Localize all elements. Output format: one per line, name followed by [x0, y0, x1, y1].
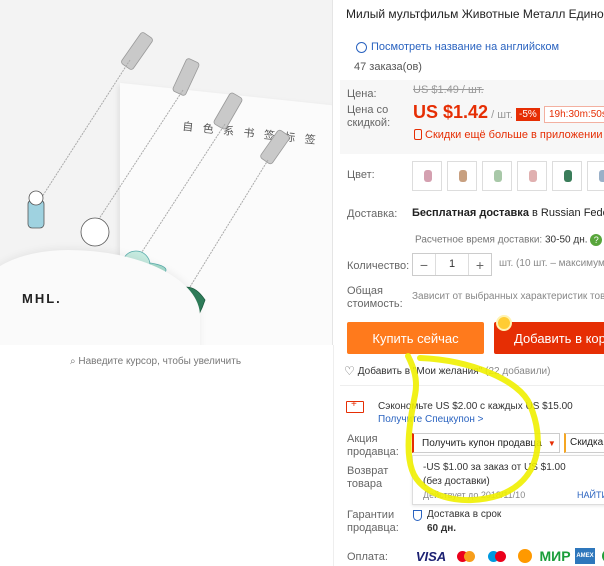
price-label: Цена: [347, 88, 377, 100]
guarantee-days: 60 дн. [427, 523, 457, 534]
coupon-validity: Действует до 2018/11/10 [423, 490, 526, 500]
seller-coupon-dropdown[interactable]: Получить купон продавца ▼ [412, 433, 560, 453]
section-divider [340, 385, 604, 386]
guarantee-label: Гарантии продавца: [347, 509, 399, 534]
buy-now-button[interactable]: Купить сейчас [347, 322, 484, 354]
help-icon[interactable]: ? [590, 234, 603, 246]
payment-label: Оплата: [347, 551, 388, 563]
app-discount-link[interactable]: Скидки ещё больше в приложении ▾ [414, 128, 604, 141]
coupon-icon [346, 399, 364, 413]
bookmark-thumbnail [494, 170, 502, 182]
sberbank-icon [600, 548, 604, 564]
color-swatch[interactable] [517, 161, 547, 191]
orders-count: 47 заказа(ов) [354, 61, 422, 73]
brand-logo: MHL. [22, 291, 62, 306]
visa-icon: VISA [415, 548, 447, 564]
sale-price-label: Цена со скидкой: [347, 104, 391, 129]
mir-icon: МИР [539, 548, 571, 564]
coupon-amount: -US $1.00 за заказ от US $1.00 [423, 462, 566, 473]
bookmark-thumbnail [599, 170, 604, 182]
add-to-wishlist[interactable]: ♡ Добавить в "Мои желания" (22 добавили) [344, 364, 550, 378]
mastercard-icon [453, 548, 479, 564]
bookmark-thumbnail [564, 170, 572, 182]
find-button[interactable]: НАЙТИ [577, 490, 604, 500]
coupon-condition: (без доставки) [423, 476, 490, 487]
quantity-stepper: − 1 + [412, 253, 492, 276]
product-image[interactable]: 自 色 系 书 签 标 签 MHL. [0, 0, 333, 345]
guarantee-text: Доставка в срок [427, 509, 502, 520]
delivery-label: Доставка: [347, 208, 398, 220]
product-details: Милый мультфильм Животные Металл Единоро… [340, 0, 604, 566]
zoom-hint: ⌕ Наведите курсор, чтобы увеличить [70, 356, 242, 367]
seller-promo-label: Акция продавца: [347, 433, 399, 458]
increment-button[interactable]: + [469, 257, 491, 273]
color-swatch[interactable] [447, 161, 477, 191]
payment-methods: VISA МИР AMEX [414, 548, 604, 564]
old-price: US $1.49 / шт. [413, 84, 484, 96]
caret-down-icon: ▼ [547, 438, 556, 448]
delivery-time: Расчетное время доставки: 30-50 дн. ? [415, 234, 603, 246]
bookmark-thumbnail [529, 170, 537, 182]
total-label: Общая стоимость: [347, 285, 403, 310]
amex-icon: AMEX [575, 548, 595, 564]
heart-icon: ♡ [344, 364, 355, 378]
color-swatch[interactable] [412, 161, 442, 191]
translate-link[interactable]: Посмотреть название на английском [356, 41, 559, 53]
color-swatch[interactable] [552, 161, 582, 191]
shield-icon [413, 510, 422, 521]
qiwi-icon [515, 548, 535, 564]
countdown-timer: 19h:30m:50s [544, 106, 604, 123]
discount-dropdown[interactable]: Скидка [564, 433, 604, 453]
returns-label: Возврат товара [347, 465, 389, 490]
bookmark-thumbnail [424, 170, 432, 182]
total-note: Зависит от выбранных характеристик това [412, 291, 604, 302]
color-swatch[interactable] [482, 161, 512, 191]
phone-icon [414, 129, 422, 140]
discount-badge: -5% [516, 108, 540, 121]
sale-price: US $1.42 / шт. [413, 102, 513, 122]
maestro-icon [484, 548, 510, 564]
divider [333, 345, 334, 566]
coupon-popup: -US $1.00 за заказ от US $1.00 (без дост… [412, 455, 604, 505]
shipping-info[interactable]: Бесплатная доставка в Russian Federatio [412, 207, 604, 219]
save-text: Сэкономьте US $2.00 с каждых US $15.00 [378, 401, 573, 412]
coin-icon [496, 315, 512, 331]
product-title: Милый мультфильм Животные Металл Единоро… [346, 7, 604, 21]
globe-icon [356, 41, 367, 53]
color-label: Цвет: [347, 169, 375, 181]
quantity-label: Количество: [347, 260, 410, 272]
quantity-note: шт. (10 шт. – максимум е [499, 258, 604, 269]
decrement-button[interactable]: − [413, 257, 435, 273]
color-swatch[interactable] [587, 161, 604, 191]
bookmark-thumbnail [459, 170, 467, 182]
color-swatches [412, 161, 604, 191]
get-coupon-link[interactable]: Получите Спецкупон > [378, 414, 484, 425]
quantity-input[interactable]: 1 [435, 254, 469, 275]
